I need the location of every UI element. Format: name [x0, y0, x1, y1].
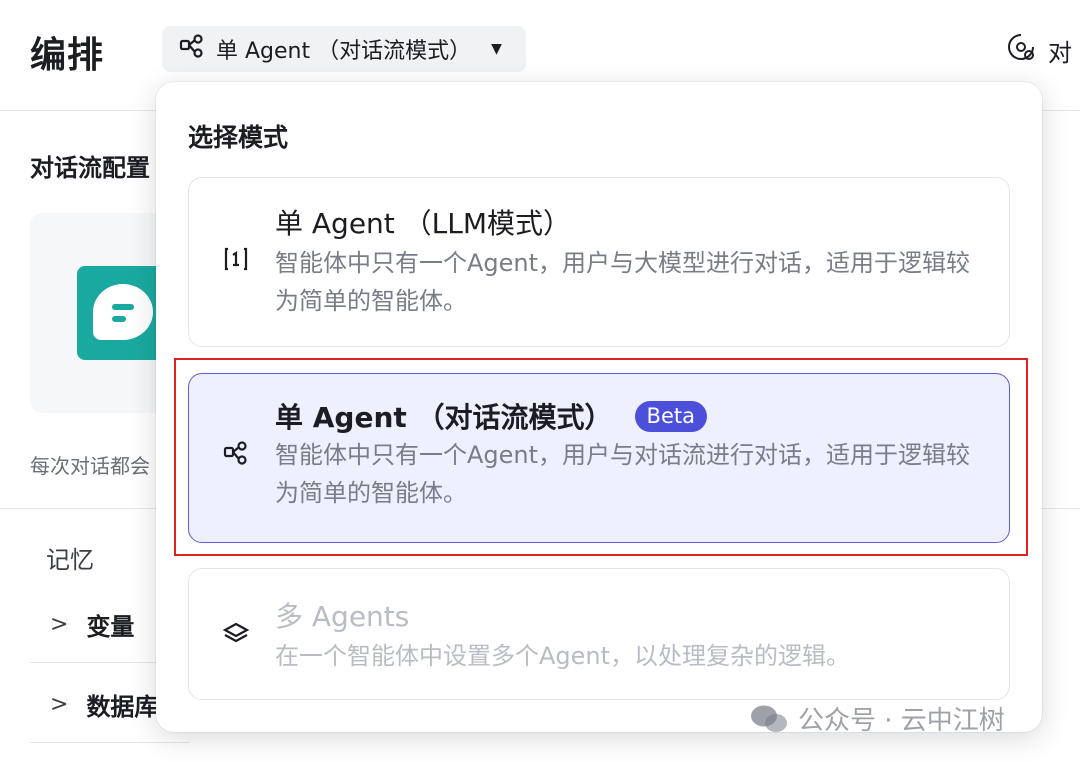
highlight-frame [174, 358, 1028, 556]
watermark-text: 公众号 · 云中江树 [798, 706, 1005, 736]
settings-bubble-icon [1006, 32, 1036, 68]
option-title: 单 Agent （LLM模式） [275, 202, 571, 242]
chat-bubble-line [112, 304, 134, 310]
section-title: 对话流配置 [30, 154, 150, 182]
option-title-text: 单 Agent （LLM模式） [275, 207, 572, 240]
chevron-right-icon: > [50, 611, 69, 637]
option-description: 智能体中只有一个Agent，用户与大模型进行对话，适用于逻辑较为简单的智能体。 [275, 249, 971, 315]
database-label: 数据库 [86, 692, 159, 721]
watermark: 公众号 · 云中江树 [750, 700, 1005, 737]
variables-label: 变量 [86, 612, 135, 641]
hint-text: 每次对话都会 [30, 454, 150, 478]
memory-label: 记忆 [46, 546, 94, 574]
option-title-text: 多 Agents [275, 600, 410, 633]
chevron-right-icon: > [50, 691, 69, 717]
page-title: 编排 [30, 35, 105, 76]
chat-bubble-line [112, 316, 126, 322]
llm-mode-icon [221, 244, 251, 274]
wechat-icon [750, 704, 788, 734]
option-title: 多 Agents [275, 595, 409, 635]
dropdown-heading: 选择模式 [188, 123, 289, 152]
mode-switch-label: 单 Agent （对话流模式） [216, 39, 472, 64]
workflow-icon [178, 32, 206, 66]
chat-bubble-shape [93, 284, 153, 340]
layers-icon [221, 619, 251, 649]
top-right-button-label: 对 [1048, 38, 1072, 67]
option-description: 在一个智能体中设置多个Agent，以处理复杂的逻辑。 [275, 642, 851, 670]
top-right-button[interactable]: 对 [1006, 32, 1072, 68]
caret-down-icon: ▼ [491, 41, 502, 57]
option-multi-agents[interactable]: 多 Agents 在一个智能体中设置多个Agent，以处理复杂的逻辑。 [188, 568, 1010, 700]
row-divider [30, 742, 190, 743]
mode-switch-dropdown[interactable]: 单 Agent （对话流模式） ▼ [162, 26, 526, 72]
option-llm-mode[interactable]: 单 Agent （LLM模式） 智能体中只有一个Agent，用户与大模型进行对话… [188, 177, 1010, 347]
